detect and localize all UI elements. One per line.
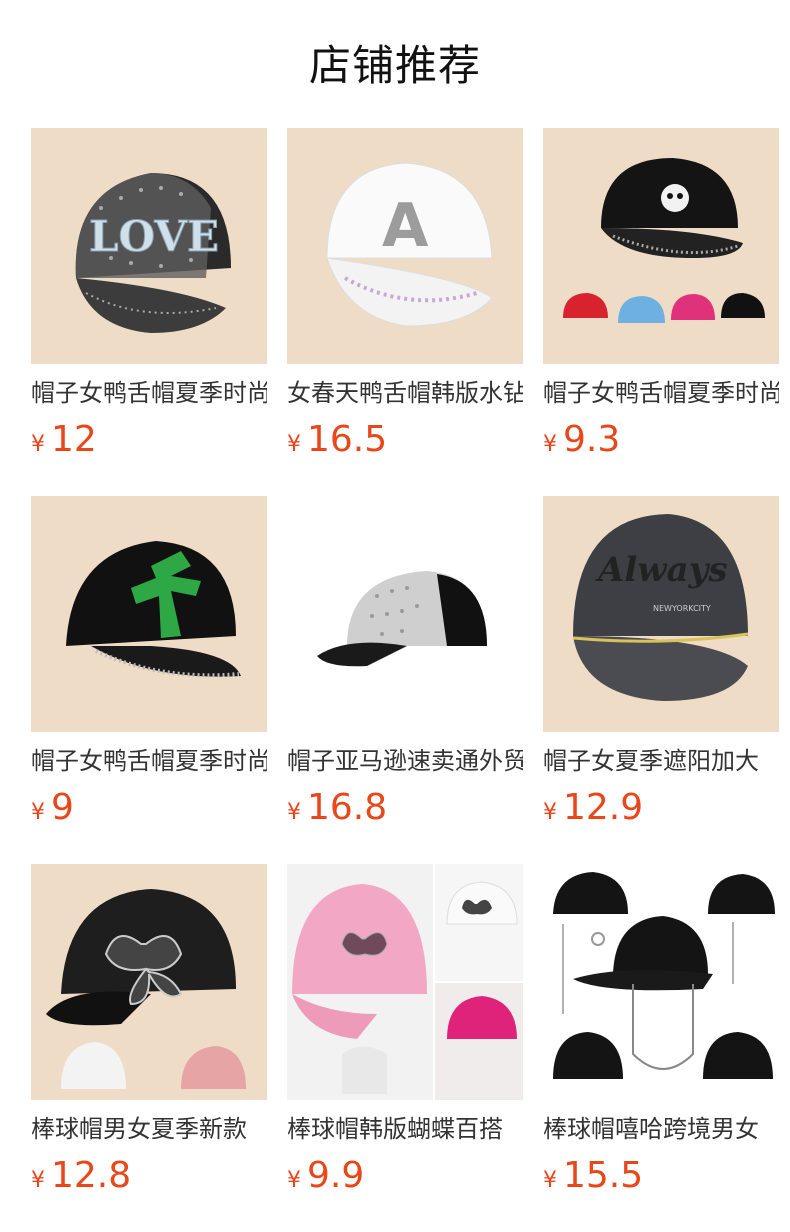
currency-symbol: ¥ [543, 1168, 557, 1193]
price-value: 16.8 [307, 787, 388, 828]
price-value: 12.8 [51, 1155, 132, 1196]
product-card[interactable]: Always NEWYORKCITY 帽子女夏季遮阳加大 ¥12.9 [543, 496, 779, 834]
price-value: 9 [51, 787, 74, 828]
product-price: ¥16.8 [287, 788, 523, 834]
price-value: 16.5 [307, 419, 388, 460]
product-name[interactable]: 帽子女鸭舌帽夏季时尚 [31, 378, 267, 408]
product-name[interactable]: 帽子女鸭舌帽夏季时尚 [31, 746, 267, 776]
currency-symbol: ¥ [287, 1168, 301, 1193]
svg-text:LOVE: LOVE [89, 212, 219, 261]
product-name[interactable]: 棒球帽嘻哈跨境男女 [543, 1114, 779, 1144]
svg-text:Always: Always [595, 550, 728, 590]
product-image[interactable] [543, 864, 779, 1100]
price-value: 15.5 [563, 1155, 644, 1196]
product-image[interactable]: A [287, 128, 523, 364]
product-card[interactable]: LOVE 帽子女鸭舌帽夏季时尚 ¥12 [31, 128, 267, 466]
product-price: ¥9.3 [543, 420, 779, 466]
product-image[interactable] [31, 864, 267, 1100]
currency-symbol: ¥ [31, 800, 45, 825]
currency-symbol: ¥ [31, 432, 45, 457]
price-value: 12.9 [563, 787, 644, 828]
product-card[interactable]: 帽子女鸭舌帽夏季时尚 ¥9 [31, 496, 267, 834]
page-title: 店铺推荐 [308, 41, 481, 90]
product-price: ¥9 [31, 788, 267, 834]
product-image[interactable]: LOVE [31, 128, 267, 364]
product-price: ¥16.5 [287, 420, 523, 466]
product-name[interactable]: 帽子亚马逊速卖通外贸 [287, 746, 523, 776]
price-value: 9.3 [563, 419, 621, 460]
svg-text:NEWYORKCITY: NEWYORKCITY [653, 604, 711, 613]
product-name[interactable]: 棒球帽男女夏季新款 [31, 1114, 267, 1144]
product-price: ¥9.9 [287, 1156, 523, 1202]
svg-text:A: A [382, 191, 429, 261]
currency-symbol: ¥ [31, 1168, 45, 1193]
product-name[interactable]: 帽子女夏季遮阳加大 [543, 746, 779, 776]
product-image[interactable] [287, 864, 523, 1100]
product-name[interactable]: 棒球帽韩版蝴蝶百搭 [287, 1114, 523, 1144]
currency-symbol: ¥ [287, 800, 301, 825]
product-name[interactable]: 帽子女鸭舌帽夏季时尚 [543, 378, 779, 408]
currency-symbol: ¥ [543, 432, 557, 457]
price-value: 12 [51, 419, 97, 460]
product-card[interactable]: 棒球帽韩版蝴蝶百搭 ¥9.9 [287, 864, 523, 1202]
product-card[interactable]: 棒球帽男女夏季新款 ¥12.8 [31, 864, 267, 1202]
currency-symbol: ¥ [287, 432, 301, 457]
product-image[interactable]: Always NEWYORKCITY [543, 496, 779, 732]
product-name[interactable]: 女春天鸭舌帽韩版水钻 [287, 378, 523, 408]
product-card[interactable]: 棒球帽嘻哈跨境男女 ¥15.5 [543, 864, 779, 1202]
product-card[interactable]: A 女春天鸭舌帽韩版水钻 ¥16.5 [287, 128, 523, 466]
product-card[interactable]: 帽子女鸭舌帽夏季时尚 ¥9.3 [543, 128, 779, 466]
product-price: ¥12.9 [543, 788, 779, 834]
product-image[interactable] [287, 496, 523, 732]
product-card[interactable]: 帽子亚马逊速卖通外贸 ¥16.8 [287, 496, 523, 834]
price-value: 9.9 [307, 1155, 365, 1196]
product-price: ¥12 [31, 420, 267, 466]
product-image[interactable] [31, 496, 267, 732]
currency-symbol: ¥ [543, 800, 557, 825]
product-price: ¥15.5 [543, 1156, 779, 1202]
product-price: ¥12.8 [31, 1156, 267, 1202]
product-image[interactable] [543, 128, 779, 364]
